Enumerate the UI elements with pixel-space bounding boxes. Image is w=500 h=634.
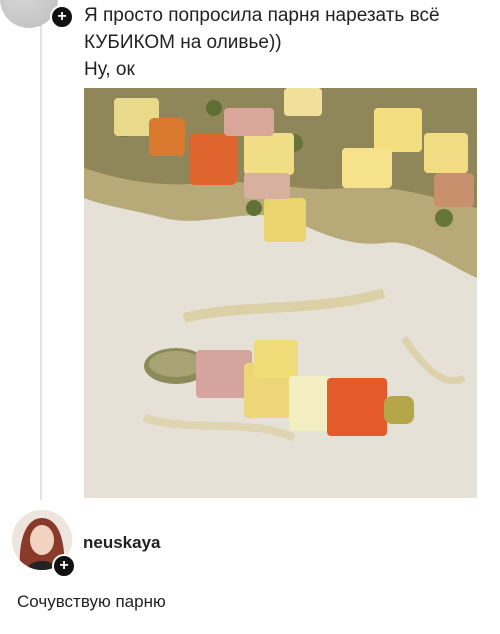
comment-text: Сочувствую парню	[17, 592, 166, 611]
follow-plus-icon[interactable]: +	[52, 554, 76, 578]
salad-image	[84, 88, 477, 498]
post-photo[interactable]	[84, 88, 477, 498]
thread-line	[40, 22, 42, 500]
post-text: Я просто попросила парня нарезать всё КУ…	[84, 5, 440, 80]
follow-plus-icon[interactable]: +	[50, 5, 74, 29]
comment-username[interactable]: neuskaya	[83, 533, 161, 553]
